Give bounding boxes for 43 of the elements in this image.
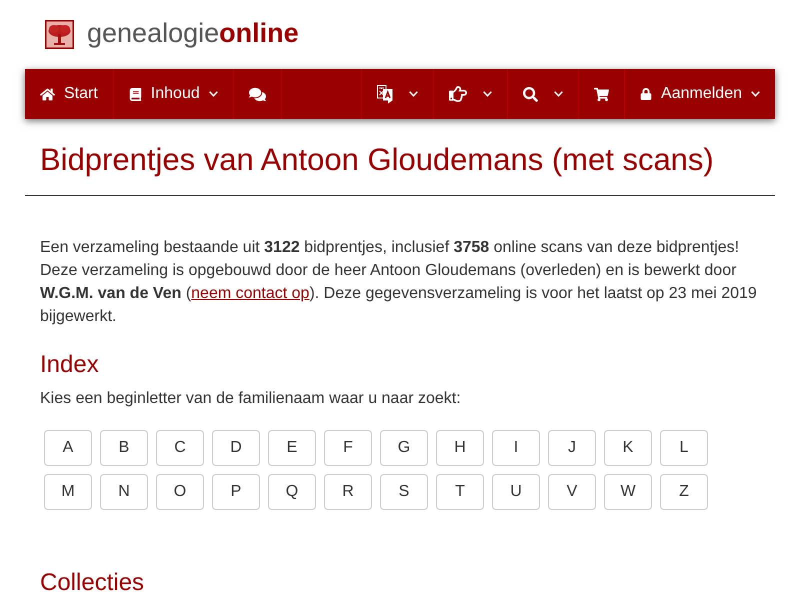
letter-button[interactable]: Z [660,474,708,510]
index-instruction: Kies een beginletter van de familienaam waar u naar zoekt: [40,389,462,410]
page-title: Bidprentjes van Antoon Gloudemans (met scans) [40,141,715,179]
lock-icon [640,88,652,100]
letter-button[interactable]: H [436,430,484,466]
letter-button[interactable]: Q [268,474,316,510]
letter-button[interactable]: M [44,474,92,510]
index-heading: Index [40,352,100,378]
home-icon [40,86,55,102]
letter-button[interactable]: T [436,474,484,510]
letter-button[interactable]: L [660,430,708,466]
intro-paragraph: Een verzameling bestaande uit 3122 bidprentjes, inclusief 3758 online scans van deze bidprentjes! Deze verzameling is opgebouwd door de heer Antoon Gloudemans (overleden) en is bewerkt door W.G.M. van de Ven (neem contact op). Deze gegevensverzameling is voor het laatst op 23 mei 2019 bijgewerkt. [40,238,758,328]
letter-button[interactable]: U [492,474,540,510]
letter-button[interactable]: N [100,474,148,510]
letter-button[interactable]: I [492,430,540,466]
letter-button[interactable]: G [380,430,428,466]
collections-heading: Collecties [40,570,146,597]
pointing-hand-icon [449,85,468,103]
letter-button[interactable]: C [156,430,204,466]
nav-link[interactable]: Inhoud [114,69,234,119]
letter-button[interactable]: A [44,430,92,466]
letter-button[interactable]: F [324,430,372,466]
letter-button[interactable]: P [212,474,260,510]
nav-link[interactable]: Aanmelden [624,69,775,119]
letter-button[interactable]: R [324,474,372,510]
letter-button[interactable]: K [604,430,652,466]
letter-button[interactable]: E [268,430,316,466]
book-icon [128,88,142,100]
chat-icon [248,86,266,102]
letter-button[interactable]: V [548,474,596,510]
tree-logo-icon [45,20,74,49]
letter-button[interactable]: J [548,430,596,466]
site-logo-text[interactable]: genealogieonline [87,20,299,47]
letter-button[interactable]: W [604,474,652,510]
letter-button[interactable]: O [156,474,204,510]
letter-button[interactable]: S [380,474,428,510]
nav-link[interactable]: Start [25,69,114,119]
letter-button[interactable]: B [100,430,148,466]
search-icon [523,86,538,102]
cart-icon [594,86,610,102]
letter-button[interactable]: D [212,430,260,466]
contact-link[interactable]: neem contact op [191,285,310,302]
translate-icon [377,84,394,104]
